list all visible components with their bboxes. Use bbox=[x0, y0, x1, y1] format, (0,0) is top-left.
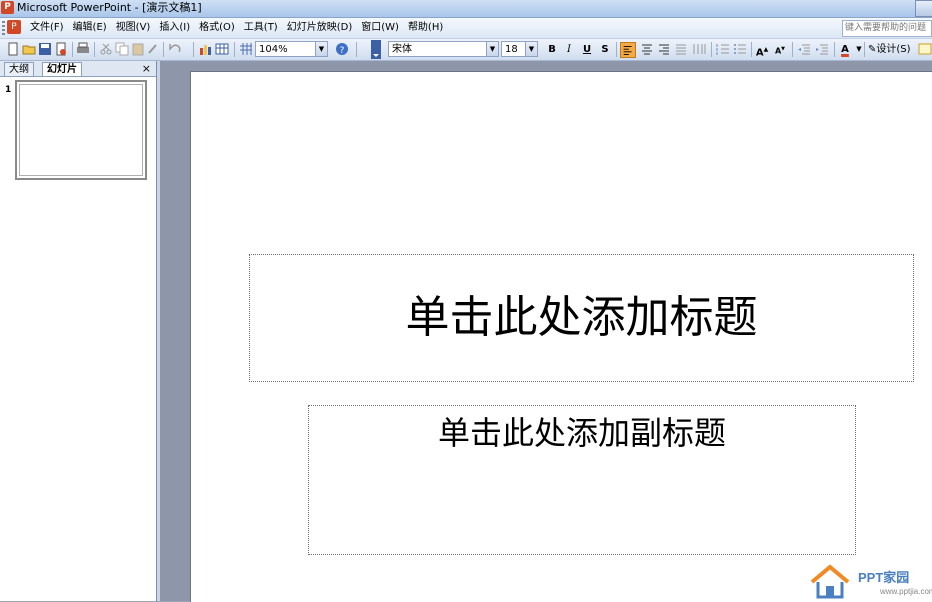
toolbar-separator bbox=[792, 42, 793, 57]
toolbar-separator bbox=[356, 42, 357, 57]
menu-items: 文件(F) 编辑(E) 视图(V) 插入(I) 格式(O) 工具(T) 幻灯片放… bbox=[27, 18, 449, 38]
font-size-value: 18 bbox=[505, 44, 518, 55]
font-color-button[interactable]: A bbox=[838, 42, 852, 57]
watermark-text: PPT家园 bbox=[858, 570, 910, 585]
insert-table-icon[interactable] bbox=[215, 42, 229, 56]
menu-format[interactable]: 格式(O) bbox=[196, 18, 241, 38]
font-name-value: 宋体 bbox=[392, 44, 412, 55]
format-painter-icon[interactable] bbox=[146, 42, 160, 56]
zoom-select[interactable]: 104% ▼ bbox=[255, 41, 328, 57]
new-document-icon[interactable] bbox=[6, 42, 20, 56]
menu-view[interactable]: 视图(V) bbox=[113, 18, 157, 38]
menu-window[interactable]: 窗口(W) bbox=[358, 18, 405, 38]
distribute-icon[interactable] bbox=[692, 42, 706, 56]
font-size-select[interactable]: 18 ▼ bbox=[501, 41, 538, 57]
new-slide-icon[interactable] bbox=[918, 42, 932, 56]
toolbar-separator bbox=[163, 42, 164, 57]
toolbar-separator bbox=[234, 42, 235, 57]
slide-workspace: 单击此处添加标题 单击此处添加副标题 bbox=[160, 61, 932, 602]
bold-button[interactable]: B bbox=[545, 42, 559, 57]
subtitle-placeholder[interactable]: 单击此处添加副标题 bbox=[308, 405, 856, 555]
italic-button[interactable]: I bbox=[562, 42, 576, 57]
justify-icon[interactable] bbox=[674, 42, 688, 56]
font-name-select[interactable]: 宋体 ▼ bbox=[388, 41, 499, 57]
toolbar-separator bbox=[616, 42, 617, 57]
toolbar-separator bbox=[193, 42, 194, 57]
toolbar-separator bbox=[751, 42, 752, 57]
toolbar-separator bbox=[864, 42, 865, 57]
slide-number: 1 bbox=[5, 85, 12, 95]
menu-tools[interactable]: 工具(T) bbox=[241, 18, 284, 38]
menu-help[interactable]: 帮助(H) bbox=[405, 18, 449, 38]
toolbar-options-icon[interactable] bbox=[371, 40, 381, 59]
toolbar-separator bbox=[94, 42, 95, 57]
align-right-icon[interactable] bbox=[657, 42, 671, 56]
window-title: Microsoft PowerPoint - [演示文稿1] bbox=[17, 1, 202, 14]
zoom-value: 104% bbox=[259, 44, 288, 55]
tab-slides[interactable]: 幻灯片 bbox=[42, 62, 82, 76]
help-search-input[interactable]: 键入需要帮助的问题 bbox=[842, 20, 932, 37]
numbering-icon[interactable] bbox=[716, 42, 730, 56]
insert-chart-icon[interactable] bbox=[198, 42, 212, 56]
toolbar-grip-handle[interactable] bbox=[2, 21, 5, 35]
chevron-down-icon[interactable]: ▼ bbox=[525, 42, 537, 56]
close-icon[interactable]: × bbox=[142, 61, 151, 76]
help-icon[interactable]: ? bbox=[335, 42, 349, 56]
menu-slideshow[interactable]: 幻灯片放映(D) bbox=[284, 18, 359, 38]
bullets-icon[interactable] bbox=[733, 42, 747, 56]
house-logo-icon bbox=[810, 564, 850, 599]
save-icon[interactable] bbox=[38, 42, 52, 56]
align-center-icon[interactable] bbox=[640, 42, 654, 56]
watermark-url: www.pptjia.com bbox=[880, 587, 932, 596]
svg-text:?: ? bbox=[340, 46, 345, 56]
decrease-font-size-icon[interactable]: A▼ bbox=[773, 42, 787, 57]
undo-icon[interactable] bbox=[168, 42, 182, 56]
menu-edit[interactable]: 编辑(E) bbox=[70, 18, 113, 38]
slide-canvas[interactable]: 单击此处添加标题 单击此处添加副标题 bbox=[190, 71, 932, 602]
standard-toolbar: 104% ▼ ? 宋体 ▼ 18 ▼ B I U S A▲ A▼ A ▼ ✎设计… bbox=[0, 39, 932, 61]
paste-icon[interactable] bbox=[131, 42, 145, 56]
title-bar: P Microsoft PowerPoint - [演示文稿1] bbox=[0, 0, 932, 18]
slides-pane: 大纲 幻灯片 × 1 bbox=[0, 61, 157, 601]
menu-insert[interactable]: 插入(I) bbox=[156, 18, 196, 38]
chevron-down-icon[interactable]: ▼ bbox=[315, 42, 327, 56]
open-folder-icon[interactable] bbox=[22, 42, 36, 56]
slide-thumbnail[interactable] bbox=[15, 80, 147, 180]
design-button[interactable]: ✎设计(S) bbox=[868, 42, 911, 57]
align-left-icon[interactable] bbox=[620, 42, 636, 58]
toolbar-separator bbox=[834, 42, 835, 57]
chevron-down-icon[interactable]: ▼ bbox=[486, 42, 498, 56]
increase-indent-icon[interactable] bbox=[815, 42, 829, 56]
tab-outline[interactable]: 大纲 bbox=[4, 62, 34, 76]
print-icon[interactable] bbox=[76, 42, 90, 56]
powerpoint-app-icon[interactable]: P bbox=[1, 1, 14, 14]
design-label: 设计(S) bbox=[876, 44, 911, 55]
shadow-button[interactable]: S bbox=[598, 42, 612, 57]
watermark: PPT家园 www.pptjia.com bbox=[806, 564, 932, 601]
toolbar-separator bbox=[72, 42, 73, 57]
decrease-indent-icon[interactable] bbox=[797, 42, 811, 56]
show-grid-icon[interactable] bbox=[239, 42, 253, 56]
menu-bar: P 文件(F) 编辑(E) 视图(V) 插入(I) 格式(O) 工具(T) 幻灯… bbox=[0, 18, 932, 39]
cut-icon[interactable] bbox=[99, 42, 113, 56]
toolbar-separator bbox=[711, 42, 712, 57]
permission-icon[interactable] bbox=[54, 42, 68, 56]
copy-icon[interactable] bbox=[115, 42, 129, 56]
increase-font-size-icon[interactable]: A▲ bbox=[755, 42, 769, 58]
document-icon[interactable]: P bbox=[7, 20, 21, 34]
title-placeholder[interactable]: 单击此处添加标题 bbox=[249, 254, 914, 382]
underline-button[interactable]: U bbox=[580, 42, 594, 57]
menu-file[interactable]: 文件(F) bbox=[27, 18, 70, 38]
pane-tabs: 大纲 幻灯片 × bbox=[0, 61, 156, 77]
window-minimize-button[interactable] bbox=[915, 0, 932, 17]
